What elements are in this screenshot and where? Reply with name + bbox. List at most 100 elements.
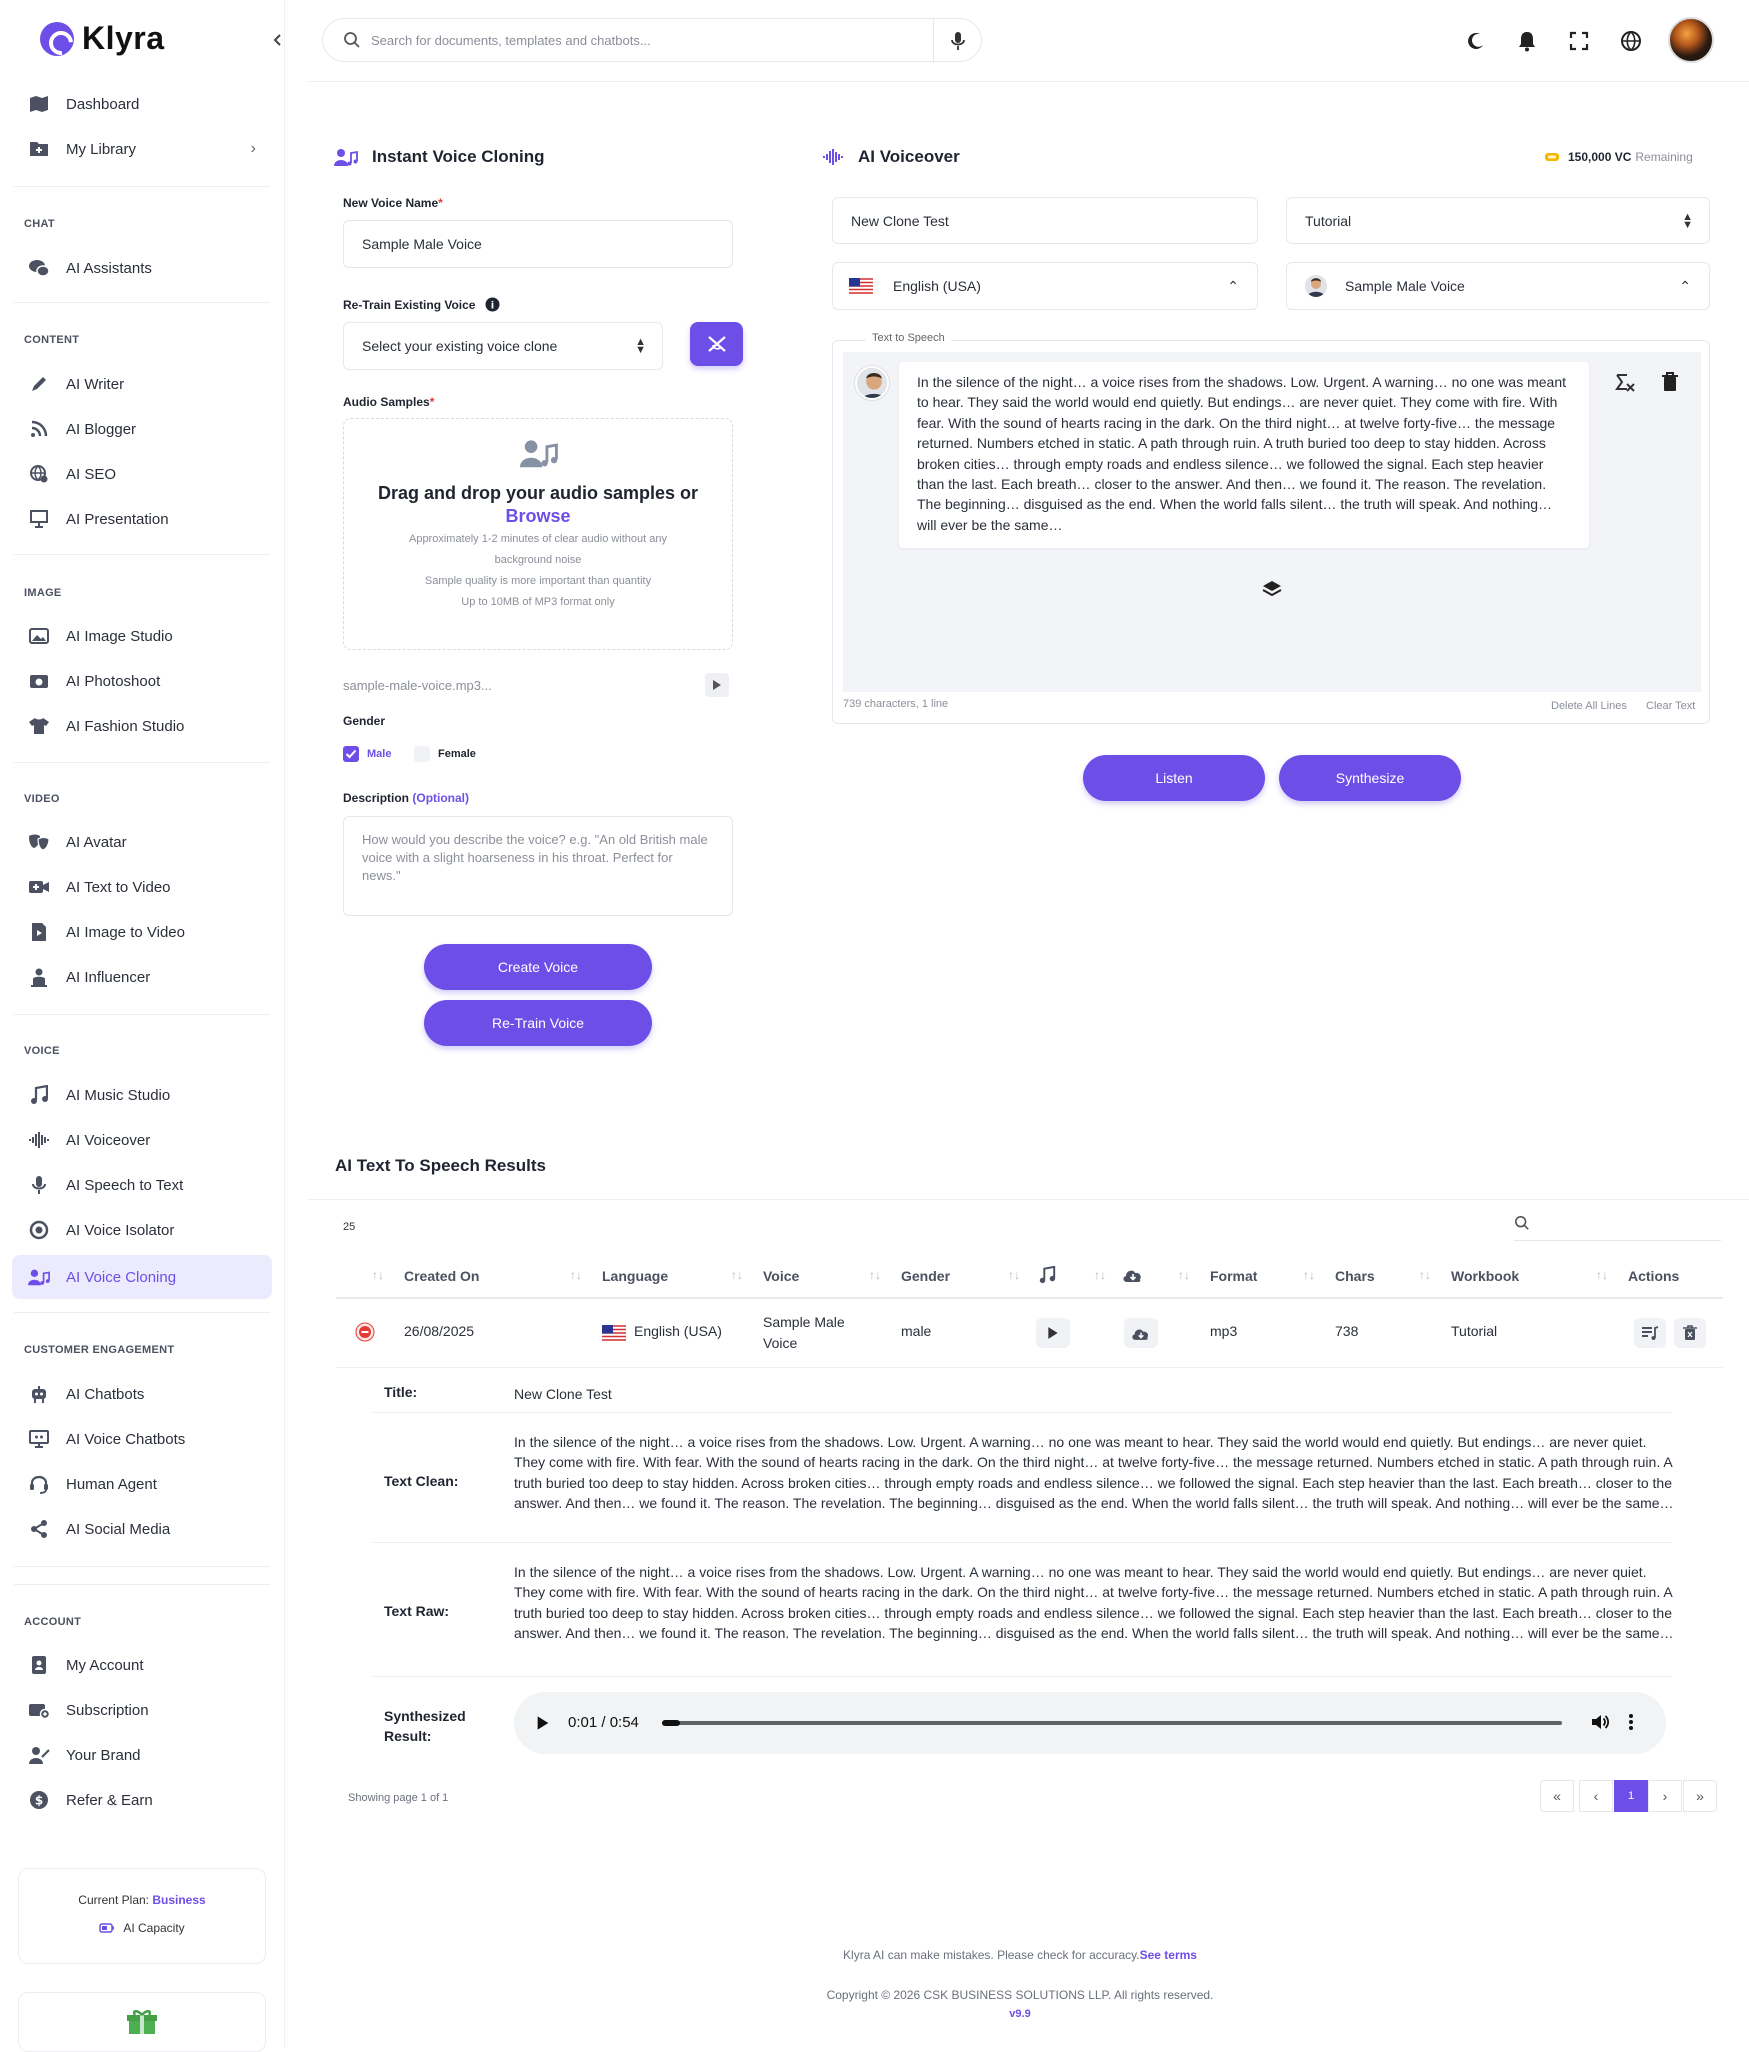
tts-textarea[interactable]: In the silence of the night… a voice ris… <box>899 362 1589 548</box>
retrain-voice-select[interactable]: Select your existing voice clone ▲ ▼ <box>343 322 663 370</box>
music-icon[interactable] <box>1038 1266 1056 1284</box>
sidebar-item-ai-voice-cloning[interactable]: AI Voice Cloning <box>12 1255 272 1299</box>
col-workbook[interactable]: Workbook <box>1451 1268 1519 1284</box>
clear-voice-icon[interactable] <box>1614 372 1636 394</box>
sort-icon[interactable]: ↑↓ <box>1303 1268 1315 1282</box>
checkbox-unchecked-icon[interactable] <box>414 746 430 762</box>
voice-name-input[interactable]: Sample Male Voice <box>343 220 733 268</box>
sort-icon[interactable]: ↑↓ <box>731 1268 743 1282</box>
table-search-input[interactable] <box>1514 1240 1721 1241</box>
col-gender[interactable]: Gender <box>901 1268 950 1284</box>
cloud-download-icon[interactable] <box>1122 1267 1144 1283</box>
sort-icon[interactable]: ↑↓ <box>1008 1268 1020 1282</box>
sidebar-item-ai-music-studio[interactable]: AI Music Studio <box>12 1073 272 1117</box>
sort-icon[interactable]: ↑↓ <box>570 1268 582 1282</box>
search-bar[interactable]: Search for documents, templates and chat… <box>322 18 982 63</box>
delete-all-lines-link[interactable]: Delete All Lines <box>1551 700 1627 712</box>
collapse-sidebar-icon[interactable] <box>268 30 288 50</box>
sidebar-item-human-agent[interactable]: Human Agent <box>12 1462 272 1506</box>
sidebar-item-ai-text-to-video[interactable]: AI Text to Video <box>12 865 272 909</box>
add-line-icon[interactable] <box>1262 580 1282 598</box>
description-textarea[interactable]: How would you describe the voice? e.g. "… <box>343 816 733 916</box>
sidebar-item-ai-avatar[interactable]: AI Avatar <box>12 820 272 864</box>
sidebar-item-my-account[interactable]: My Account <box>12 1643 272 1687</box>
sidebar-item-your-brand[interactable]: Your Brand <box>12 1733 272 1777</box>
delete-result-button[interactable] <box>1674 1318 1706 1348</box>
sidebar-item-ai-social-media[interactable]: AI Social Media <box>12 1507 272 1551</box>
plan-name[interactable]: Business <box>152 1893 205 1907</box>
sort-icon[interactable]: ↑↓ <box>372 1268 384 1282</box>
sidebar-item-refer-earn[interactable]: $ Refer & Earn <box>12 1778 272 1822</box>
delete-line-icon[interactable] <box>1661 372 1679 392</box>
play-icon[interactable] <box>536 1715 550 1731</box>
fullscreen-icon[interactable] <box>1566 28 1592 54</box>
play-result-button[interactable] <box>1036 1318 1070 1348</box>
synthesize-button[interactable]: Synthesize <box>1279 755 1461 801</box>
edit-result-button[interactable] <box>1634 1318 1666 1348</box>
clear-text-link[interactable]: Clear Text <box>1646 700 1695 712</box>
voice-search-icon[interactable] <box>933 19 981 63</box>
col-format[interactable]: Format <box>1210 1268 1257 1284</box>
retrain-voice-button[interactable]: Re-Train Voice <box>424 1000 652 1046</box>
sidebar-item-ai-photoshoot[interactable]: AI Photoshoot <box>12 659 272 703</box>
sidebar-item-my-library[interactable]: My Library › <box>12 127 272 171</box>
next-page-button[interactable]: › <box>1648 1780 1682 1812</box>
browse-link[interactable]: Browse <box>344 506 732 527</box>
collapse-row-icon[interactable] <box>355 1322 375 1342</box>
bell-icon[interactable] <box>1514 28 1540 54</box>
listen-button[interactable]: Listen <box>1083 755 1265 801</box>
sort-icon[interactable]: ↑↓ <box>1596 1268 1608 1282</box>
moon-icon[interactable] <box>1463 28 1489 54</box>
sidebar-item-ai-speech-to-text[interactable]: AI Speech to Text <box>12 1163 272 1207</box>
last-page-button[interactable]: » <box>1683 1780 1717 1812</box>
globe-icon[interactable] <box>1618 28 1644 54</box>
voice-select[interactable]: Sample Male Voice ⌃ <box>1286 262 1710 310</box>
prev-page-button[interactable]: ‹ <box>1579 1780 1613 1812</box>
user-avatar[interactable] <box>1668 17 1714 63</box>
sidebar-item-dashboard[interactable]: Dashboard <box>12 82 272 126</box>
info-icon[interactable]: i <box>485 297 500 312</box>
sort-icon[interactable]: ↑↓ <box>1419 1268 1431 1282</box>
checkbox-checked-icon[interactable] <box>343 746 359 762</box>
create-voice-button[interactable]: Create Voice <box>424 944 652 990</box>
gift-card[interactable] <box>18 1992 266 2052</box>
sidebar-item-ai-image-studio[interactable]: AI Image Studio <box>12 614 272 658</box>
first-page-button[interactable]: « <box>1540 1780 1574 1812</box>
gender-female-option[interactable]: Female <box>414 746 476 762</box>
sidebar-item-ai-chatbots[interactable]: AI Chatbots <box>12 1372 272 1416</box>
workbook-select[interactable]: Tutorial ▲ ▼ <box>1286 197 1710 244</box>
play-sample-button[interactable] <box>705 673 729 697</box>
sidebar-item-ai-fashion-studio[interactable]: AI Fashion Studio <box>12 704 272 748</box>
sidebar-item-ai-assistants[interactable]: AI Assistants <box>12 246 272 290</box>
sort-icon[interactable]: ↑↓ <box>869 1268 881 1282</box>
more-options-icon[interactable] <box>1628 1712 1634 1732</box>
col-language[interactable]: Language <box>602 1268 668 1284</box>
audio-dropzone[interactable]: Drag and drop your audio samples or Brow… <box>343 418 733 650</box>
sidebar-item-ai-presentation[interactable]: AI Presentation <box>12 497 272 541</box>
voice-avatar[interactable] <box>855 366 889 400</box>
page-1-button[interactable]: 1 <box>1614 1780 1648 1812</box>
col-created-on[interactable]: Created On <box>404 1268 479 1284</box>
capacity-label[interactable]: AI Capacity <box>123 1921 184 1935</box>
col-voice[interactable]: Voice <box>763 1268 799 1284</box>
sidebar-item-ai-voice-isolator[interactable]: AI Voice Isolator <box>12 1208 272 1252</box>
volume-icon[interactable] <box>1590 1712 1610 1732</box>
sidebar-item-ai-blogger[interactable]: AI Blogger <box>12 407 272 451</box>
audio-progress-track[interactable] <box>662 1720 1562 1726</box>
sidebar-item-ai-image-to-video[interactable]: AI Image to Video <box>12 910 272 954</box>
language-select[interactable]: English (USA) ⌃ <box>832 262 1258 310</box>
search-icon[interactable] <box>1514 1215 1530 1231</box>
logo[interactable]: Klyra <box>40 20 165 57</box>
sidebar-item-ai-voiceover[interactable]: AI Voiceover <box>12 1118 272 1162</box>
sidebar-item-ai-seo[interactable]: AI SEO <box>12 452 272 496</box>
download-result-button[interactable] <box>1124 1318 1158 1348</box>
sidebar-item-ai-influencer[interactable]: AI Influencer <box>12 955 272 999</box>
sidebar-item-subscription[interactable]: Subscription <box>12 1688 272 1732</box>
page-size-select[interactable]: 25 <box>343 1221 355 1233</box>
col-chars[interactable]: Chars <box>1335 1268 1375 1284</box>
sidebar-item-ai-writer[interactable]: AI Writer <box>12 362 272 406</box>
gender-male-option[interactable]: Male <box>343 746 391 762</box>
sort-icon[interactable]: ↑↓ <box>1094 1268 1106 1282</box>
voiceover-title-input[interactable]: New Clone Test <box>832 197 1258 244</box>
see-terms-link[interactable]: See terms <box>1140 1948 1197 1962</box>
